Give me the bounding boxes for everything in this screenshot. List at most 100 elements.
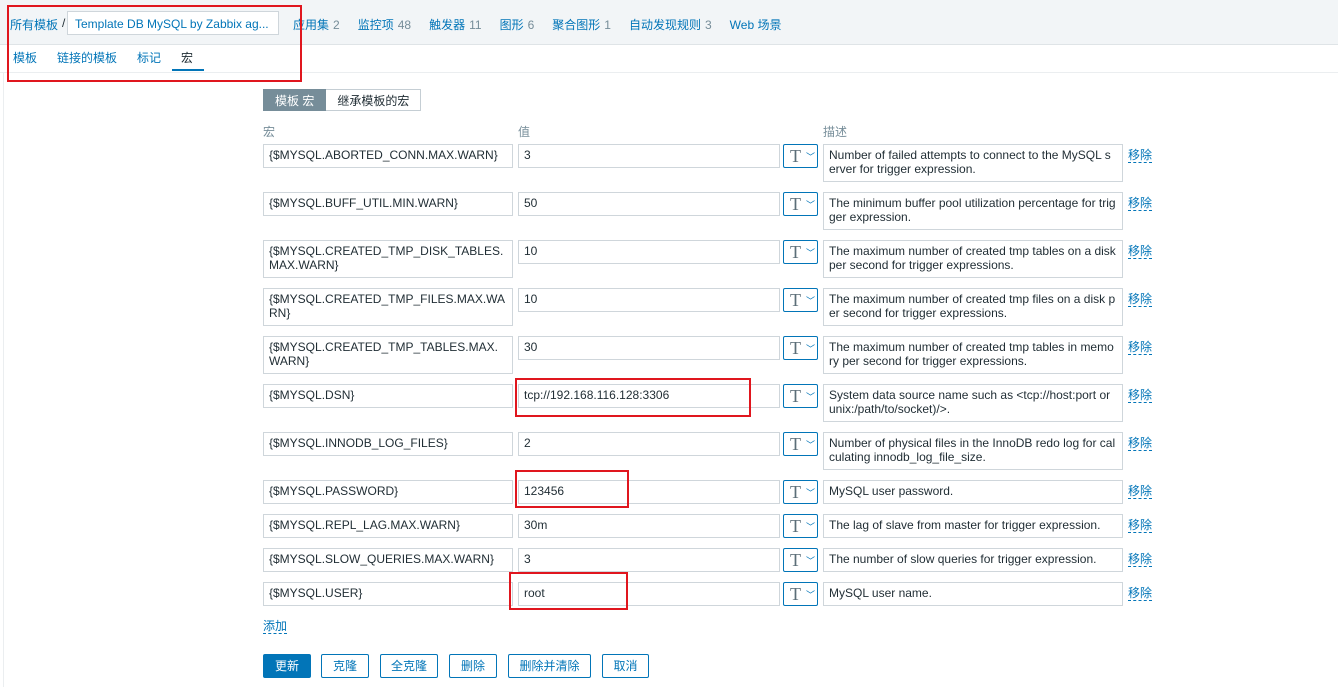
macro-value-input[interactable]: 3 bbox=[518, 144, 780, 168]
tab-label: 触发器 bbox=[429, 18, 466, 32]
tab-graphs[interactable]: 图形 6 bbox=[500, 16, 535, 33]
macro-value-input[interactable]: 10 bbox=[518, 240, 780, 264]
tab-items[interactable]: 监控项 48 bbox=[358, 16, 411, 33]
chevron-down-icon: ﹀ bbox=[806, 344, 816, 354]
text-type-icon: T bbox=[790, 338, 801, 358]
remove-macro-link[interactable]: 移除 bbox=[1128, 341, 1153, 355]
macro-name-input[interactable]: {$MYSQL.DSN} bbox=[263, 384, 513, 408]
update-button[interactable]: 更新 bbox=[263, 654, 311, 678]
delete-and-clear-button[interactable]: 删除并清除 bbox=[508, 654, 591, 678]
text-type-icon: T bbox=[790, 194, 801, 214]
macro-type-dropdown[interactable]: T ﹀ bbox=[783, 336, 818, 360]
macro-name-input[interactable]: {$MYSQL.CREATED_TMP_FILES.MAX.WARN} bbox=[263, 288, 513, 326]
left-divider bbox=[3, 72, 4, 687]
remove-macro-link[interactable]: 移除 bbox=[1128, 149, 1153, 163]
macro-name-input[interactable]: {$MYSQL.SLOW_QUERIES.MAX.WARN} bbox=[263, 548, 513, 572]
macro-name-input[interactable]: {$MYSQL.REPL_LAG.MAX.WARN} bbox=[263, 514, 513, 538]
tab-count: 1 bbox=[604, 18, 611, 32]
macro-value-input[interactable]: 30 bbox=[518, 336, 780, 360]
chevron-down-icon: ﹀ bbox=[806, 200, 816, 210]
macro-type-dropdown[interactable]: T ﹀ bbox=[783, 192, 818, 216]
macro-type-dropdown[interactable]: T ﹀ bbox=[783, 548, 818, 572]
remove-macro-link[interactable]: 移除 bbox=[1128, 293, 1153, 307]
macro-description-input[interactable]: The maximum number of created tmp tables… bbox=[823, 336, 1123, 374]
chevron-down-icon: ﹀ bbox=[806, 556, 816, 566]
template-macros-toggle[interactable]: 模板 宏 bbox=[263, 89, 327, 111]
macro-type-dropdown[interactable]: T ﹀ bbox=[783, 384, 818, 408]
macro-name-input[interactable]: {$MYSQL.ABORTED_CONN.MAX.WARN} bbox=[263, 144, 513, 168]
highlight-password-value bbox=[515, 470, 629, 508]
macro-value-input[interactable]: 50 bbox=[518, 192, 780, 216]
macro-description-input[interactable]: The number of slow queries for trigger e… bbox=[823, 548, 1123, 572]
macro-value-input[interactable]: 2 bbox=[518, 432, 780, 456]
macro-value-input[interactable]: 30m bbox=[518, 514, 780, 538]
tab-count: 3 bbox=[704, 18, 712, 32]
tab-count: 11 bbox=[469, 18, 482, 32]
macro-name-input[interactable]: {$MYSQL.PASSWORD} bbox=[263, 480, 513, 504]
text-type-icon: T bbox=[790, 242, 801, 262]
text-type-icon: T bbox=[790, 290, 801, 310]
macro-description-input[interactable]: System data source name such as <tcp://h… bbox=[823, 384, 1123, 422]
chevron-down-icon: ﹀ bbox=[806, 152, 816, 162]
tab-discovery-rules[interactable]: 自动发现规则 3 bbox=[629, 16, 712, 33]
macro-description-input[interactable]: MySQL user name. bbox=[823, 582, 1123, 606]
macro-name-input[interactable]: {$MYSQL.USER} bbox=[263, 582, 513, 606]
text-type-icon: T bbox=[790, 146, 801, 166]
chevron-down-icon: ﹀ bbox=[806, 590, 816, 600]
remove-macro-link[interactable]: 移除 bbox=[1128, 197, 1153, 211]
chevron-down-icon: ﹀ bbox=[806, 488, 816, 498]
macro-name-input[interactable]: {$MYSQL.INNODB_LOG_FILES} bbox=[263, 432, 513, 456]
macro-column-header: 宏 bbox=[263, 125, 276, 139]
inherited-macros-toggle[interactable]: 继承模板的宏 bbox=[326, 89, 422, 111]
macro-description-input[interactable]: The maximum number of created tmp files … bbox=[823, 288, 1123, 326]
tab-count: 2 bbox=[333, 18, 340, 32]
delete-button[interactable]: 删除 bbox=[449, 654, 497, 678]
macro-name-input[interactable]: {$MYSQL.CREATED_TMP_TABLES.MAX.WARN} bbox=[263, 336, 513, 374]
chevron-down-icon: ﹀ bbox=[806, 522, 816, 532]
macro-type-dropdown[interactable]: T ﹀ bbox=[783, 144, 818, 168]
macro-description-input[interactable]: Number of failed attempts to connect to … bbox=[823, 144, 1123, 182]
cancel-button[interactable]: 取消 bbox=[602, 654, 649, 678]
chevron-down-icon: ﹀ bbox=[806, 392, 816, 402]
add-macro-link[interactable]: 添加 bbox=[263, 620, 288, 634]
macro-scope-toggle: 模板 宏 继承模板的宏 bbox=[263, 89, 422, 111]
tab-count: 48 bbox=[397, 18, 412, 32]
tab-label: Web 场景 bbox=[729, 18, 782, 32]
macro-name-input[interactable]: {$MYSQL.BUFF_UTIL.MIN.WARN} bbox=[263, 192, 513, 216]
macro-value-input[interactable]: 10 bbox=[518, 288, 780, 312]
remove-macro-link[interactable]: 移除 bbox=[1128, 437, 1153, 451]
macro-value-input[interactable]: 3 bbox=[518, 548, 780, 572]
remove-macro-link[interactable]: 移除 bbox=[1128, 587, 1153, 601]
text-type-icon: T bbox=[790, 516, 801, 536]
macro-description-input[interactable]: Number of physical files in the InnoDB r… bbox=[823, 432, 1123, 470]
remove-macro-link[interactable]: 移除 bbox=[1128, 245, 1153, 259]
tab-triggers[interactable]: 触发器 11 bbox=[429, 16, 481, 33]
remove-macro-link[interactable]: 移除 bbox=[1128, 553, 1153, 567]
tab-web-scenarios[interactable]: Web 场景 bbox=[730, 16, 782, 33]
tab-count: 6 bbox=[527, 18, 535, 32]
macro-type-dropdown[interactable]: T ﹀ bbox=[783, 240, 818, 264]
text-type-icon: T bbox=[790, 584, 801, 604]
remove-macro-link[interactable]: 移除 bbox=[1128, 519, 1153, 533]
macro-type-dropdown[interactable]: T ﹀ bbox=[783, 432, 818, 456]
tab-screens[interactable]: 聚合图形 1 bbox=[552, 16, 611, 33]
highlight-macros-tab bbox=[7, 5, 302, 82]
clone-button[interactable]: 克隆 bbox=[321, 654, 369, 678]
text-type-icon: T bbox=[790, 386, 801, 406]
macro-name-input[interactable]: {$MYSQL.CREATED_TMP_DISK_TABLES.MAX.WARN… bbox=[263, 240, 513, 278]
macro-description-input[interactable]: The maximum number of created tmp tables… bbox=[823, 240, 1123, 278]
macro-type-dropdown[interactable]: T ﹀ bbox=[783, 514, 818, 538]
tab-label: 聚合图形 bbox=[552, 18, 601, 32]
macro-description-input[interactable]: MySQL user password. bbox=[823, 480, 1123, 504]
template-top-tabs: 应用集 2 监控项 48 触发器 11 图形 6 聚合图形 1 自动发现规则 3 Web 场… bbox=[293, 16, 781, 33]
macro-type-dropdown[interactable]: T ﹀ bbox=[783, 288, 818, 312]
text-type-icon: T bbox=[790, 434, 801, 454]
full-clone-button[interactable]: 全克隆 bbox=[380, 654, 438, 678]
macro-type-dropdown[interactable]: T ﹀ bbox=[783, 480, 818, 504]
macro-description-input[interactable]: The lag of slave from master for trigger… bbox=[823, 514, 1123, 538]
macro-type-dropdown[interactable]: T ﹀ bbox=[783, 582, 818, 606]
tab-label: 监控项 bbox=[357, 18, 394, 32]
remove-macro-link[interactable]: 移除 bbox=[1128, 485, 1153, 499]
remove-macro-link[interactable]: 移除 bbox=[1128, 389, 1153, 403]
macro-description-input[interactable]: The minimum buffer pool utilization perc… bbox=[823, 192, 1123, 230]
